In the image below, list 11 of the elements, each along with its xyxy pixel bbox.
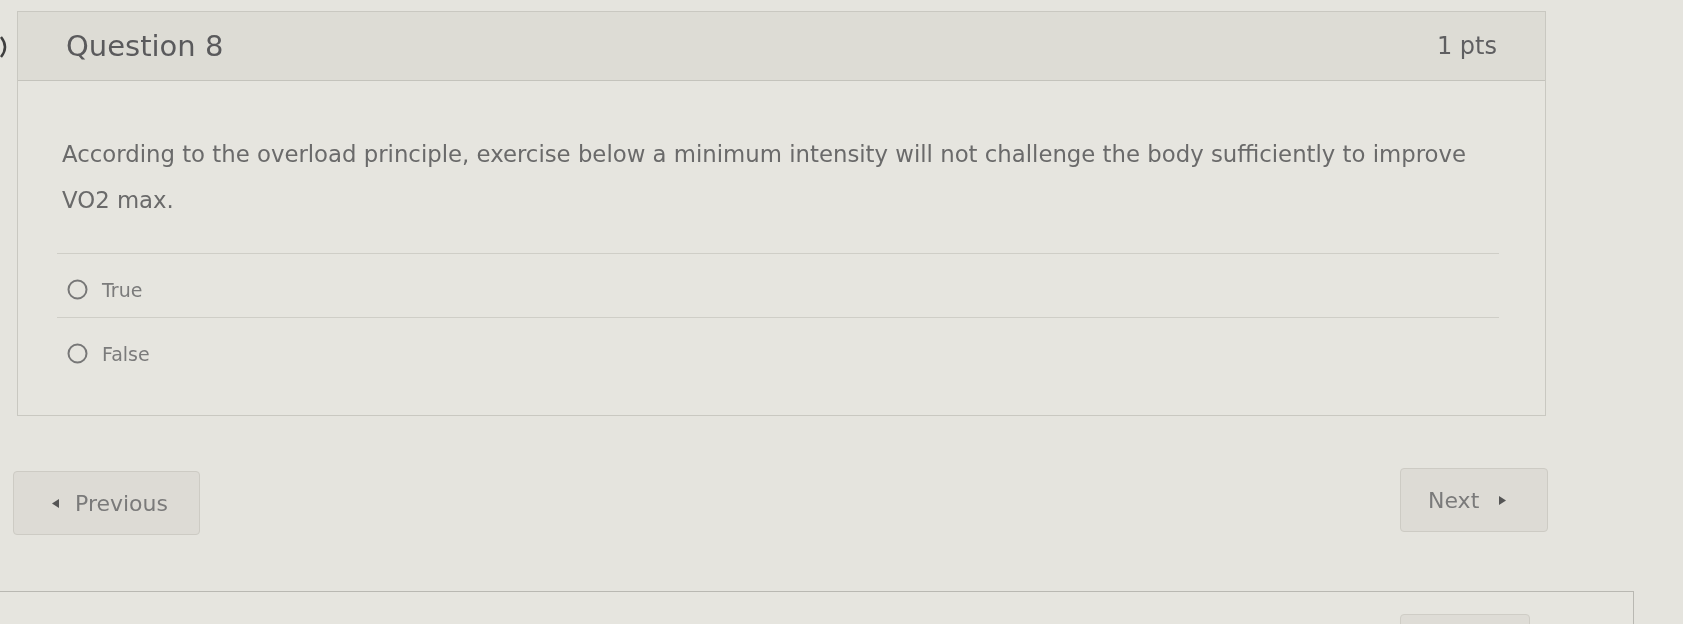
answer-label[interactable]: False (102, 342, 150, 365)
answer-label[interactable]: True (102, 278, 143, 301)
radio-button[interactable] (67, 343, 88, 364)
question-title: Question 8 (66, 29, 224, 63)
question-text: According to the overload principle, exercise below a minimum intensity will not challenge the body sufficiently to improve VO2 max. (62, 140, 1468, 215)
next-button[interactable]: Next (1400, 468, 1548, 532)
radio-button[interactable] (67, 279, 88, 300)
question-points: 1 pts (1436, 32, 1497, 60)
previous-button[interactable]: Previous (13, 471, 200, 535)
caret-icon (1499, 495, 1507, 505)
caret-icon (52, 498, 59, 508)
